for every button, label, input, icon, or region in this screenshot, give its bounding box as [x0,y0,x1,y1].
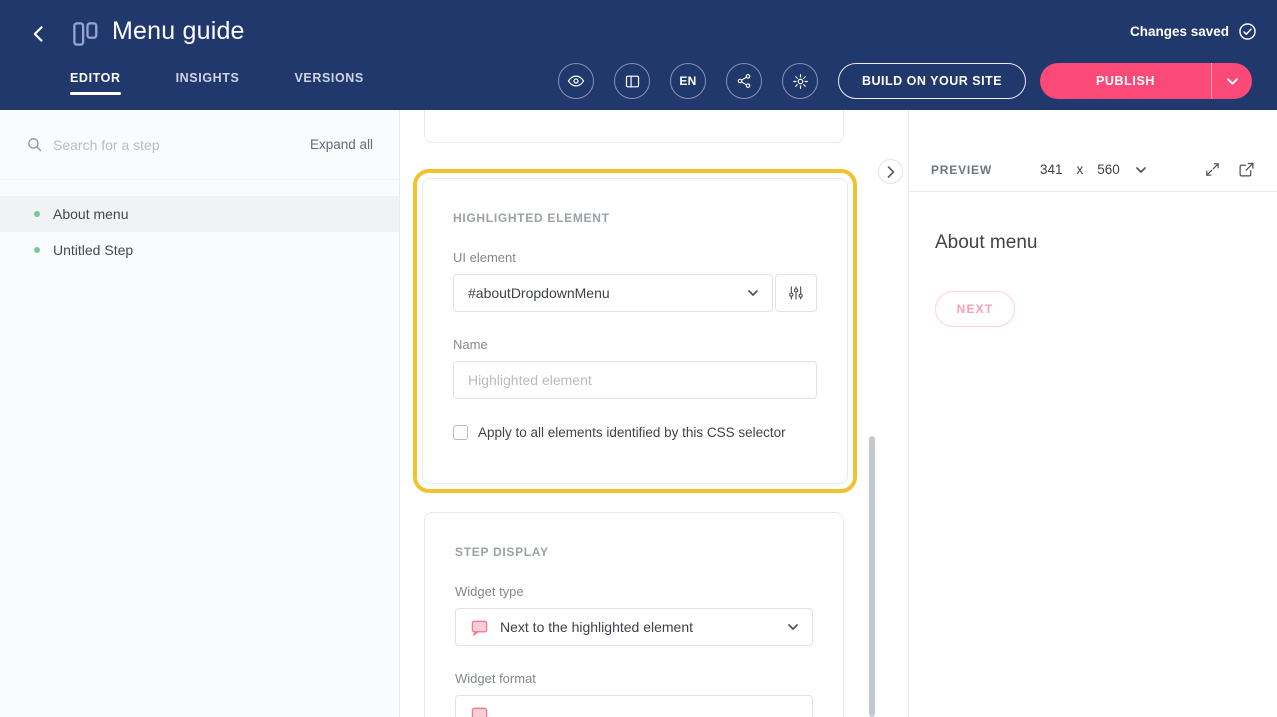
preview-eye-button[interactable] [558,63,594,99]
step-editor-panel: HIGHLIGHTED ELEMENT UI element #aboutDro… [400,110,908,717]
publish-dropdown-button[interactable] [1212,63,1252,99]
step-item-about-menu[interactable]: About menu [0,196,399,232]
tab-versions[interactable]: VERSIONS [294,71,363,95]
preview-step-title: About menu [935,232,1251,254]
ui-element-value: #aboutDropdownMenu [468,285,610,301]
share-icon [736,73,752,89]
step-status-dot [34,247,40,253]
app-window: Menu guide Changes saved EDITOR INSIGHTS… [0,0,1277,717]
editor-scrollbar[interactable] [869,436,875,717]
publish-button[interactable]: PUBLISH [1040,63,1211,99]
gear-icon [792,73,809,90]
chevron-left-icon [29,24,49,44]
widget-tooltip-icon [470,618,489,637]
element-name-input[interactable] [453,361,817,399]
build-on-your-site-button[interactable]: BUILD ON YOUR SITE [838,63,1026,99]
app-logo-icon [70,19,100,49]
changes-saved-label: Changes saved [1130,24,1229,39]
open-external-button[interactable] [1238,161,1255,178]
preview-label: PREVIEW [931,163,992,177]
highlighted-card-ring: HIGHLIGHTED ELEMENT UI element #aboutDro… [413,169,857,493]
ui-element-select[interactable]: #aboutDropdownMenu [453,274,773,312]
section-title: STEP DISPLAY [455,545,813,559]
step-status-dot [34,211,40,217]
widget-type-label: Widget type [455,584,813,599]
chevron-down-icon [788,624,798,630]
publish-split-button: PUBLISH [1040,63,1252,99]
chevron-right-icon [887,166,895,178]
sliders-icon [788,285,804,301]
chevron-down-icon [1227,78,1238,85]
chevron-down-icon [1136,167,1146,173]
language-label: EN [679,74,696,88]
language-button[interactable]: EN [670,63,706,99]
preview-content: About menu NEXT [909,192,1277,367]
apply-all-row: Apply to all elements identified by this… [453,425,817,440]
expand-all-link[interactable]: Expand all [310,137,373,152]
preview-header-actions [1204,161,1255,178]
step-item-label: About menu [53,206,129,222]
layout-panel-icon [624,73,641,90]
top-header: Menu guide Changes saved EDITOR INSIGHTS… [0,0,1277,110]
preview-width-value: 341 [1040,162,1063,177]
header-icon-buttons: EN [558,63,818,99]
element-picker-settings-button[interactable] [775,274,817,312]
steps-list: About menu Untitled Step [0,180,399,268]
search-icon [26,136,43,153]
steps-sidebar: Expand all About menu Untitled Step [0,110,400,717]
widget-format-label: Widget format [455,671,813,686]
widget-format-select[interactable] [455,695,813,717]
settings-button[interactable] [782,63,818,99]
expand-preview-button[interactable] [1204,161,1221,178]
previous-card-partial [424,110,844,143]
highlighted-element-card: HIGHLIGHTED ELEMENT UI element #aboutDro… [422,178,848,484]
apply-all-label: Apply to all elements identified by this… [478,425,786,440]
editor-tabs: EDITOR INSIGHTS VERSIONS [70,71,364,95]
preview-size-separator: x [1076,162,1083,177]
tab-editor[interactable]: EDITOR [70,71,121,95]
changes-saved-status: Changes saved [1130,22,1257,41]
widget-type-select[interactable]: Next to the highlighted element [455,608,813,646]
page-title: Menu guide [112,17,245,46]
preview-panel: PREVIEW 341 x 560 About menu NEXT [908,110,1277,717]
section-title: HIGHLIGHTED ELEMENT [453,211,817,225]
step-item-untitled-step[interactable]: Untitled Step [0,232,399,268]
check-circle-icon [1238,22,1257,41]
name-label: Name [453,337,817,352]
ui-element-row: #aboutDropdownMenu [453,274,817,312]
step-search-row: Expand all [0,110,399,180]
eye-icon [567,72,585,90]
tab-insights[interactable]: INSIGHTS [176,71,240,95]
external-link-icon [1238,161,1255,178]
widget-type-value: Next to the highlighted element [500,619,693,635]
search-input[interactable] [53,137,243,153]
preview-size-selector[interactable]: 341 x 560 [1040,162,1146,177]
ui-element-label: UI element [453,250,817,265]
back-button[interactable] [24,19,54,49]
share-button[interactable] [726,63,762,99]
preview-next-button[interactable]: NEXT [935,291,1015,327]
collapse-panel-button[interactable] [878,159,903,184]
layout-button[interactable] [614,63,650,99]
expand-icon [1204,161,1221,178]
widget-format-icon [470,705,489,717]
preview-height-value: 560 [1097,162,1120,177]
step-item-label: Untitled Step [53,242,133,258]
apply-all-checkbox[interactable] [453,425,468,440]
chevron-down-icon [748,290,758,296]
preview-header: PREVIEW 341 x 560 [909,148,1277,192]
step-display-card: STEP DISPLAY Widget type Next to the hig… [424,512,844,717]
